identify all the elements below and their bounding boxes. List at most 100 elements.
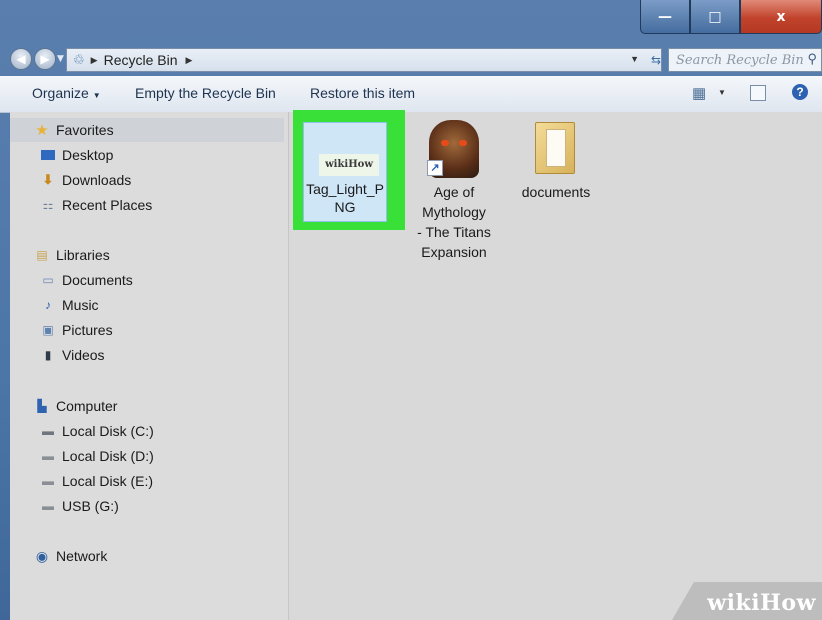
network-icon: ◉ xyxy=(35,547,49,564)
recycle-bin-icon: ♲ xyxy=(73,52,85,67)
nav-label: USB (G:) xyxy=(62,498,119,514)
file-item-documents-folder[interactable]: documents xyxy=(511,118,601,208)
game-icon-eye xyxy=(441,140,449,146)
file-item-age-of-mythology[interactable]: ↗ Age of Mythology - The Titans Expansio… xyxy=(407,118,501,266)
search-icon[interactable]: ⚲ xyxy=(807,52,817,67)
nav-pictures[interactable]: ▣ Pictures xyxy=(40,319,113,341)
desktop-icon xyxy=(40,147,56,163)
file-name: Age of Mythology - The Titans Expansion xyxy=(407,182,501,262)
forward-button[interactable]: ▶ xyxy=(34,48,56,70)
search-input[interactable]: Search Recycle Bin ⚲ xyxy=(668,48,822,72)
view-dropdown-icon[interactable]: ▼ xyxy=(718,88,726,97)
nav-label: Videos xyxy=(62,347,105,363)
wikihow-watermark: wikiHow xyxy=(707,590,816,616)
organize-label: Organize xyxy=(32,85,89,101)
breadcrumb-recycle-bin[interactable]: Recycle Bin xyxy=(104,52,178,68)
libraries-icon: ▤ xyxy=(36,248,48,262)
refresh-button[interactable]: ⇆ xyxy=(646,48,666,72)
navigation-pane: ★ Favorites Desktop ⬇ Downloads ⚏ Recent Pl… xyxy=(10,112,289,620)
view-options-icon[interactable]: ▦ xyxy=(692,84,706,102)
recent-pages-icon[interactable]: ▼ xyxy=(57,54,64,64)
search-placeholder: Search Recycle Bin xyxy=(676,52,804,68)
nav-label: Downloads xyxy=(62,172,132,188)
nav-documents[interactable]: ▭ Documents xyxy=(40,269,133,291)
breadcrumb-chevron-icon[interactable]: ▶ xyxy=(186,55,193,66)
maximize-icon: □ xyxy=(708,8,722,25)
address-row: ◀ ▶ ▼ ♲ ▶ Recycle Bin ▶ ▼ ⇆ Search Recyc… xyxy=(0,44,822,74)
nav-label: Network xyxy=(56,548,108,564)
nav-label: Local Disk (D:) xyxy=(62,448,154,464)
file-name: Tag_Light_P NG xyxy=(303,180,387,216)
drive-icon: ▬ xyxy=(42,424,54,438)
folder-icon xyxy=(535,122,575,174)
nav-computer[interactable]: ▙ Computer xyxy=(34,395,117,417)
nav-label: Recent Places xyxy=(62,197,153,213)
nav-local-disk-e[interactable]: ▬ Local Disk (E:) xyxy=(40,470,153,492)
organize-menu[interactable]: Organize ▼ xyxy=(32,85,101,101)
nav-label: Favorites xyxy=(56,122,114,138)
close-button[interactable]: x xyxy=(740,0,822,34)
videos-icon: ▮ xyxy=(44,348,52,362)
file-item-tag-light-png[interactable]: wikiHow Tag_Light_P NG xyxy=(289,110,409,232)
game-icon-eye xyxy=(459,140,467,146)
nav-local-disk-d[interactable]: ▬ Local Disk (D:) xyxy=(40,445,154,467)
refresh-icon: ⇆ xyxy=(650,53,662,67)
nav-label: Desktop xyxy=(62,147,114,163)
star-icon: ★ xyxy=(35,122,49,139)
nav-local-disk-c[interactable]: ▬ Local Disk (C:) xyxy=(40,420,154,442)
shortcut-arrow-icon: ↗ xyxy=(427,160,443,176)
back-arrow-icon: ◀ xyxy=(16,52,26,66)
nav-videos[interactable]: ▮ Videos xyxy=(40,344,105,366)
file-name-line: Age of xyxy=(433,184,475,200)
file-name-line: NG xyxy=(334,199,356,215)
nav-label: Libraries xyxy=(56,247,110,263)
forward-arrow-icon: ▶ xyxy=(40,52,50,66)
explorer-window: — □ x ◀ ▶ ▼ ♲ ▶ Recycle Bin ▶ ▼ ⇆ Search… xyxy=(0,0,822,620)
nav-downloads[interactable]: ⬇ Downloads xyxy=(40,169,132,191)
drive-icon: ▬ xyxy=(42,449,54,463)
nav-label: Local Disk (C:) xyxy=(62,423,154,439)
folder-paper xyxy=(546,129,566,167)
nav-recent-places[interactable]: ⚏ Recent Places xyxy=(40,194,153,216)
nav-label: Local Disk (E:) xyxy=(62,473,154,489)
file-name-line: Expansion xyxy=(421,244,487,260)
drive-icon: ▬ xyxy=(42,474,54,488)
restore-item-button[interactable]: Restore this item xyxy=(310,85,415,101)
nav-usb-g[interactable]: ▬ USB (G:) xyxy=(40,495,119,517)
close-icon: x xyxy=(776,8,786,25)
documents-icon: ▭ xyxy=(42,273,54,287)
file-name-line: Tag_Light_P xyxy=(306,181,384,197)
computer-icon: ▙ xyxy=(37,399,47,413)
file-view: wikiHow Tag_Light_P NG ↗ Age of Mytholog… xyxy=(289,110,822,620)
downloads-icon: ⬇ xyxy=(42,172,54,187)
command-bar: Organize ▼ Empty the Recycle Bin Restore… xyxy=(0,76,822,113)
nav-label: Computer xyxy=(56,398,118,414)
back-button[interactable]: ◀ xyxy=(10,48,32,70)
help-icon[interactable]: ? xyxy=(792,84,808,100)
usb-drive-icon: ▬ xyxy=(42,499,54,513)
nav-music[interactable]: ♪ Music xyxy=(40,294,99,316)
recent-places-icon: ⚏ xyxy=(42,198,54,212)
file-name: documents xyxy=(521,184,591,200)
chevron-down-icon: ▼ xyxy=(92,91,101,100)
maximize-button[interactable]: □ xyxy=(690,0,740,34)
pictures-icon: ▣ xyxy=(42,323,54,337)
address-bar[interactable]: ♲ ▶ Recycle Bin ▶ ▼ xyxy=(66,48,662,72)
nav-desktop[interactable]: Desktop xyxy=(40,144,113,166)
breadcrumb-chevron-icon: ▶ xyxy=(90,54,98,65)
file-name-line: Mythology xyxy=(422,204,486,220)
nav-favorites[interactable]: ★ Favorites xyxy=(34,119,114,141)
thumbnail-text: wikiHow xyxy=(325,159,373,170)
nav-libraries[interactable]: ▤ Libraries xyxy=(34,244,110,266)
nav-label: Pictures xyxy=(62,322,113,338)
empty-recycle-bin-button[interactable]: Empty the Recycle Bin xyxy=(135,85,276,101)
music-icon: ♪ xyxy=(45,298,51,312)
minimize-button[interactable]: — xyxy=(640,0,690,34)
nav-network[interactable]: ◉ Network xyxy=(34,545,107,567)
preview-pane-icon[interactable] xyxy=(750,85,766,101)
nav-label: Music xyxy=(62,297,99,313)
address-dropdown-icon[interactable]: ▼ xyxy=(630,54,639,64)
image-thumbnail-icon: wikiHow xyxy=(319,154,379,176)
file-name-line: - The Titans xyxy=(417,224,491,240)
nav-label: Documents xyxy=(62,272,133,288)
